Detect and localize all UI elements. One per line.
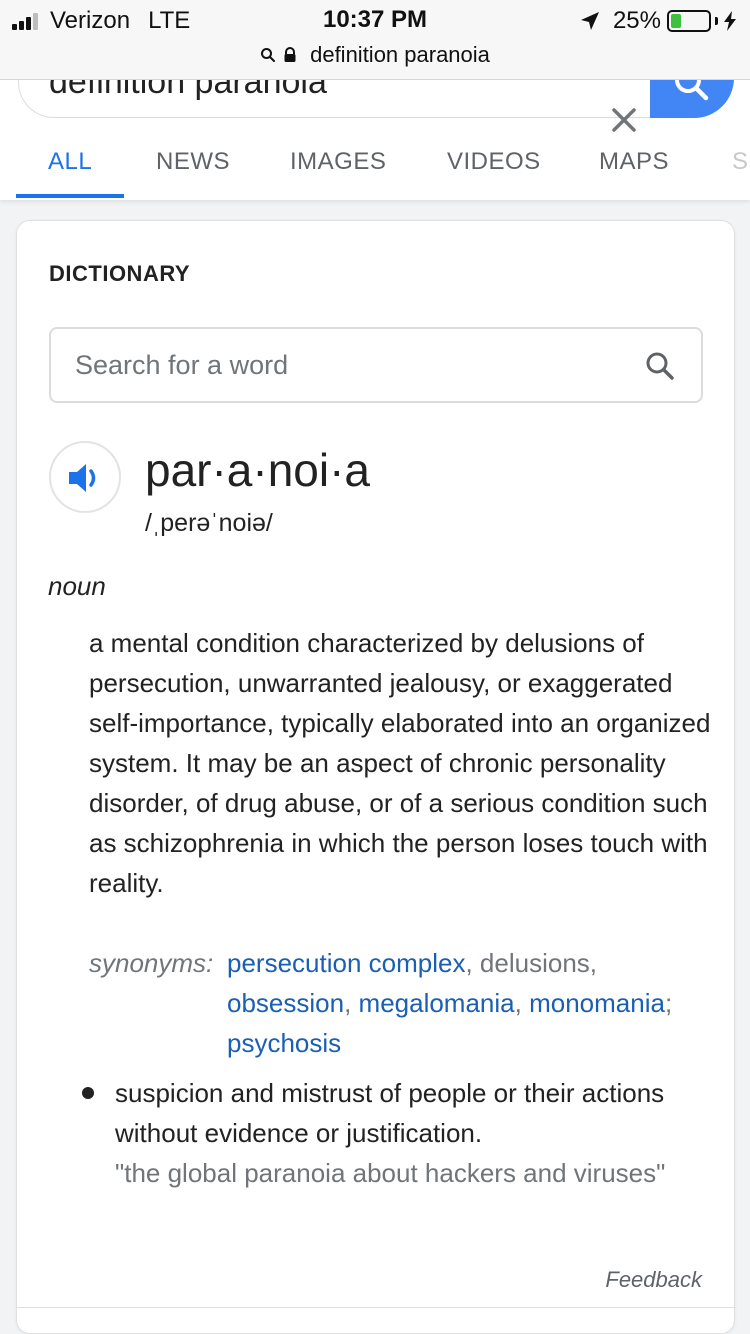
charging-bolt-icon [724, 11, 736, 31]
search-tabs: ALL NEWS IMAGES VIDEOS MAPS S [0, 130, 750, 198]
word-search-input[interactable] [75, 345, 615, 385]
tab-maps[interactable]: MAPS [599, 148, 669, 176]
search-mini-icon [261, 48, 276, 62]
card-title: DICTIONARY [49, 261, 191, 286]
word-search-box[interactable] [49, 327, 703, 403]
synonym-separator: , [344, 988, 359, 1018]
address-bar-url[interactable]: definition paranoia [310, 42, 490, 68]
feedback-link[interactable]: Feedback [605, 1267, 702, 1293]
tab-shopping[interactable]: S [732, 148, 749, 176]
synonyms-list: persecution complex, delusions, obsessio… [227, 943, 714, 1063]
synonym-item: delusions [479, 948, 590, 978]
dictionary-card: DICTIONARY par·a·noi·a /ˌperəˈnoiə/ noun… [16, 220, 736, 1334]
status-bar: Verizon LTE 10:37 PM 25% definition para… [0, 0, 750, 80]
headword: par·a·noi·a [145, 444, 370, 496]
pronunciation: /ˌperəˈnoiə/ [145, 509, 273, 537]
synonym-separator: ; [664, 988, 673, 1018]
synonym-item[interactable]: persecution complex [227, 948, 465, 978]
synonym-separator: , [465, 948, 480, 978]
usage-example: "the global paranoia about hackers and v… [115, 1158, 666, 1188]
synonyms-label: synonyms: [89, 948, 214, 978]
battery-percent: 25% [612, 7, 661, 34]
pronunciation-audio-button[interactable] [49, 441, 121, 513]
synonym-separator: , [514, 988, 530, 1018]
synonym-separator: , [589, 948, 598, 978]
part-of-speech: noun [48, 571, 106, 601]
synonym-item[interactable]: megalomania [359, 988, 515, 1018]
tab-all[interactable]: ALL [48, 148, 92, 176]
active-tab-indicator [16, 194, 124, 198]
synonym-item[interactable]: obsession [227, 988, 344, 1018]
synonym-item[interactable]: psychosis [227, 1028, 341, 1058]
bullet [82, 1087, 94, 1099]
tab-images[interactable]: IMAGES [290, 148, 386, 176]
speaker-icon [69, 464, 96, 492]
tab-videos[interactable]: VIDEOS [447, 148, 541, 176]
lock-icon [284, 47, 296, 62]
sub-definition-text: suspicion and mistrust of people or thei… [115, 1078, 665, 1148]
definition-text: a mental condition characterized by delu… [89, 628, 711, 898]
synonym-item[interactable]: monomania [529, 988, 665, 1018]
divider [17, 1307, 736, 1308]
tab-news[interactable]: NEWS [156, 148, 230, 176]
location-arrow-icon [580, 12, 599, 30]
search-icon[interactable] [645, 351, 675, 381]
battery-icon [667, 10, 711, 32]
